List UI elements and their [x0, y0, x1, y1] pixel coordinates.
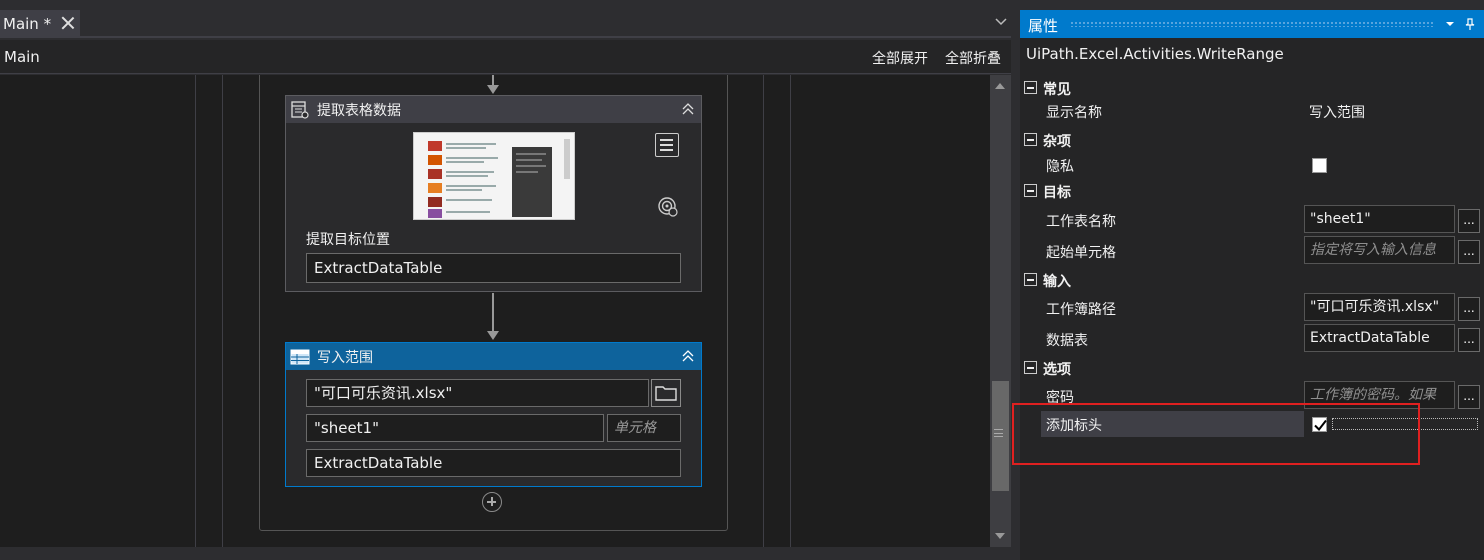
properties-title-bar: 属性 — [1020, 10, 1484, 38]
category-target[interactable]: 目标 — [1020, 178, 1484, 204]
breadcrumb-main[interactable]: Main — [4, 48, 40, 66]
activity-header[interactable]: 写入范围 — [286, 343, 701, 370]
cell-field[interactable]: 单元格 — [607, 414, 681, 442]
chevron-up-icon[interactable] — [681, 349, 695, 363]
category-label: 常见 — [1043, 82, 1071, 98]
connector-arrow — [487, 75, 499, 94]
focus-outline — [1332, 418, 1478, 430]
privacy-checkbox[interactable] — [1312, 158, 1327, 173]
category-label: 杂项 — [1043, 134, 1071, 150]
tab-main[interactable]: Main * — [0, 10, 80, 38]
workbook-path-input[interactable]: "可口可乐资讯.xlsx" — [1304, 293, 1455, 321]
activity-title: 提取表格数据 — [317, 103, 401, 119]
data-table-input[interactable]: ExtractDataTable — [1304, 324, 1455, 352]
flow-guide-line — [222, 75, 223, 547]
ellipsis-button[interactable]: ... — [1458, 240, 1480, 264]
activity-title: 写入范围 — [317, 350, 373, 366]
add-activity-button[interactable] — [482, 492, 502, 512]
chevron-up-icon[interactable] — [681, 102, 695, 116]
title-grip — [1070, 21, 1435, 27]
category-label: 选项 — [1043, 362, 1071, 378]
collapse-toggle-icon[interactable] — [1024, 184, 1037, 197]
collapse-toggle-icon[interactable] — [1024, 361, 1037, 374]
property-label: 显示名称 — [1046, 105, 1102, 121]
connector-arrow — [487, 293, 499, 340]
spreadsheet-icon — [290, 347, 310, 367]
screenshot-thumbnail[interactable] — [413, 132, 575, 220]
property-label: 密码 — [1046, 390, 1074, 406]
tab-main-label: Main * — [3, 15, 52, 33]
activity-header[interactable]: 提取表格数据 — [286, 96, 701, 123]
chevron-down-icon[interactable] — [994, 14, 1008, 28]
property-label: 数据表 — [1046, 333, 1088, 349]
grip-icon — [994, 429, 1003, 437]
display-name-value[interactable]: 写入范围 — [1309, 102, 1365, 122]
property-workbook-path[interactable]: 工作簿路径 "可口可乐资讯.xlsx" ... — [1020, 292, 1484, 323]
add-headers-checkbox[interactable] — [1312, 417, 1327, 432]
breadcrumb: Main 全部展开 全部折叠 — [0, 40, 1015, 74]
flow-guide-line — [195, 75, 196, 547]
activity-write-range[interactable]: 写入范围 "可口可乐资讯.xlsx" "sheet1" 单元格 ExtractD… — [285, 342, 702, 487]
target-indicate-icon[interactable] — [657, 196, 679, 218]
property-label: 隐私 — [1046, 159, 1074, 175]
scroll-down-icon[interactable] — [995, 533, 1005, 539]
ellipsis-button[interactable]: ... — [1458, 297, 1480, 321]
canvas-scrollbar[interactable] — [990, 75, 1011, 547]
designer-status-bar — [0, 547, 1015, 560]
property-label: 起始单元格 — [1046, 245, 1116, 261]
properties-panel: 属性 UiPath.Excel.Activities.WriteRange 常见… — [1020, 10, 1484, 560]
category-options[interactable]: 选项 — [1020, 355, 1484, 381]
activity-extract-table-data[interactable]: 提取表格数据 提取目标位置 ExtractDataTable — [285, 95, 702, 292]
extract-target-label: 提取目标位置 — [306, 232, 390, 248]
property-label: 工作表名称 — [1046, 214, 1116, 230]
category-misc[interactable]: 杂项 — [1020, 127, 1484, 153]
flow-guide-line — [790, 75, 791, 547]
ellipsis-button[interactable]: ... — [1458, 209, 1480, 233]
properties-title: 属性 — [1028, 17, 1059, 35]
property-data-table[interactable]: 数据表 ExtractDataTable ... — [1020, 323, 1484, 354]
property-password[interactable]: 密码 工作簿的密码。如果 ... — [1020, 380, 1484, 411]
close-icon[interactable] — [60, 15, 76, 31]
collapse-toggle-icon[interactable] — [1024, 81, 1037, 94]
dropdown-icon[interactable] — [1443, 17, 1457, 31]
collapse-toggle-icon[interactable] — [1024, 133, 1037, 146]
document-tab-bar: Main * — [0, 0, 1015, 38]
collapse-all-link[interactable]: 全部折叠 — [945, 48, 1001, 68]
table-extract-icon — [290, 100, 310, 120]
panel-splitter[interactable] — [1011, 0, 1020, 560]
sheet-name-input[interactable]: "sheet1" — [1304, 205, 1455, 233]
sheet-name-field[interactable]: "sheet1" — [306, 414, 604, 442]
property-label: 添加标头 — [1046, 418, 1102, 434]
property-privacy[interactable]: 隐私 — [1020, 152, 1484, 178]
category-input[interactable]: 输入 — [1020, 267, 1484, 293]
property-display-name[interactable]: 显示名称 写入范围 — [1020, 98, 1484, 124]
property-starting-cell[interactable]: 起始单元格 指定将写入输入信息 ... — [1020, 235, 1484, 266]
property-label: 工作簿路径 — [1046, 302, 1116, 318]
workbook-path-field[interactable]: "可口可乐资讯.xlsx" — [306, 379, 649, 407]
expand-all-link[interactable]: 全部展开 — [872, 48, 928, 68]
hamburger-menu-icon[interactable] — [655, 133, 679, 157]
scroll-up-icon[interactable] — [995, 83, 1005, 89]
folder-browse-button[interactable] — [651, 379, 681, 407]
category-label: 目标 — [1043, 185, 1071, 201]
ellipsis-button[interactable]: ... — [1458, 385, 1480, 409]
property-sheet-name[interactable]: 工作表名称 "sheet1" ... — [1020, 204, 1484, 235]
pin-icon[interactable] — [1463, 17, 1477, 31]
starting-cell-input[interactable]: 指定将写入输入信息 — [1304, 236, 1455, 264]
extract-output-field[interactable]: ExtractDataTable — [306, 253, 681, 283]
ellipsis-button[interactable]: ... — [1458, 328, 1480, 352]
flow-guide-line — [763, 75, 764, 547]
designer-canvas: 提取表格数据 提取目标位置 ExtractDataTable 写入范围 "可口可… — [0, 75, 990, 547]
activity-type-name: UiPath.Excel.Activities.WriteRange — [1026, 45, 1284, 63]
password-input[interactable]: 工作簿的密码。如果 — [1304, 381, 1455, 409]
data-table-field[interactable]: ExtractDataTable — [306, 449, 681, 477]
property-add-headers[interactable]: 添加标头 — [1020, 411, 1484, 437]
category-label: 输入 — [1043, 274, 1071, 290]
collapse-toggle-icon[interactable] — [1024, 273, 1037, 286]
